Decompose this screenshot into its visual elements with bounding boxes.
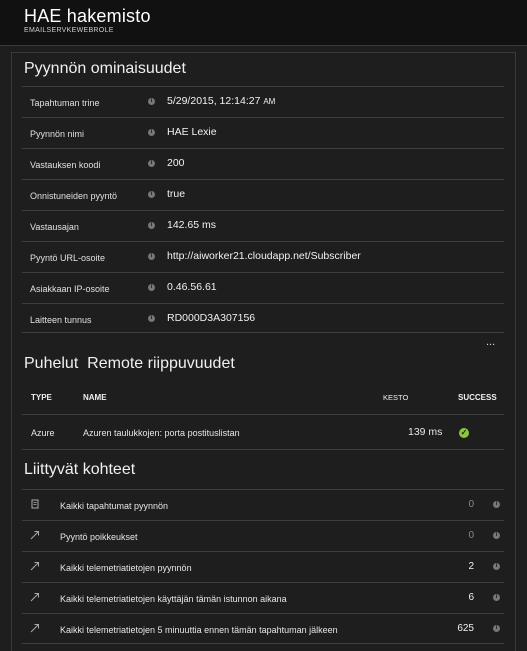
blade-title: HAE hakemisto bbox=[24, 6, 151, 26]
section-title-related: Liittyvät kohteet bbox=[24, 461, 136, 478]
property-row-url[interactable]: Pyyntö URL-osoite i http://aiworker21.cl… bbox=[22, 241, 504, 271]
calls-title: Remote riippuvuudet bbox=[87, 355, 235, 372]
related-item-label: Kaikki telemetriatietojen käyttäjän tämä… bbox=[60, 594, 287, 604]
section-title-properties: Pyynnön ominaisuudet bbox=[24, 60, 186, 77]
related-item-label: Pyyntö poikkeukset bbox=[60, 532, 138, 542]
property-label: Vastauksen koodi bbox=[30, 160, 101, 170]
related-item-count: 0 bbox=[468, 499, 474, 510]
info-icon[interactable]: i bbox=[493, 501, 500, 508]
info-icon[interactable]: i bbox=[493, 563, 500, 570]
column-header-name[interactable]: NAME bbox=[83, 393, 107, 402]
related-item-session-telemetry[interactable]: Kaikki telemetriatietojen käyttäjän tämä… bbox=[22, 582, 504, 613]
info-icon[interactable]: i bbox=[148, 129, 155, 136]
table-divider bbox=[22, 414, 504, 415]
cell-name: Azuren taulukkojen: porta postituslistan bbox=[83, 428, 240, 438]
property-value: 142.65 ms bbox=[167, 219, 217, 231]
property-value: 0.46.56.61 bbox=[167, 281, 217, 293]
arrow-icon bbox=[30, 623, 40, 633]
info-icon[interactable]: i bbox=[493, 625, 500, 632]
calls-title-prefix: Puhelut bbox=[24, 355, 79, 372]
related-item-count: 625 bbox=[457, 623, 474, 634]
blade-subtitle: EMAILSERVKEWEBROLE bbox=[24, 27, 114, 34]
property-value: HAE Lexie bbox=[167, 126, 217, 138]
section-title-calls: Puhelut Remote riippuvuudet bbox=[24, 355, 235, 373]
property-row-device-id[interactable]: Laitteen tunnus i RD000D3A307156 bbox=[22, 303, 504, 333]
cell-type: Azure bbox=[31, 428, 55, 438]
related-item-count: 6 bbox=[468, 592, 474, 603]
property-value: true bbox=[167, 188, 186, 200]
property-value: http://aiworker21.cloudapp.net/Subscribe… bbox=[167, 250, 361, 262]
info-icon[interactable]: i bbox=[493, 594, 500, 601]
related-item-all-events[interactable]: Kaikki tapahtumat pyynnön 0 i bbox=[22, 489, 504, 520]
info-icon[interactable]: i bbox=[148, 222, 155, 229]
info-icon[interactable]: i bbox=[148, 160, 155, 167]
property-row-client-ip[interactable]: Asiakkaan IP-osoite i 0.46.56.61 bbox=[22, 272, 504, 302]
related-item-label: Kaikki telemetriatietojen 5 minuuttia en… bbox=[60, 625, 338, 635]
property-value: 200 bbox=[167, 157, 185, 169]
property-label: Vastausajan bbox=[30, 222, 79, 232]
info-icon[interactable]: i bbox=[148, 98, 155, 105]
arrow-icon bbox=[30, 561, 40, 571]
property-row-response-time[interactable]: Vastausajan i 142.65 ms bbox=[22, 210, 504, 240]
property-row-response-code[interactable]: Vastauksen koodi i 200 bbox=[22, 148, 504, 178]
arrow-icon bbox=[30, 530, 40, 540]
column-header-success[interactable]: SUCCESS bbox=[458, 393, 497, 402]
info-icon[interactable]: i bbox=[493, 532, 500, 539]
related-item-exceptions[interactable]: Pyyntö poikkeukset 0 i bbox=[22, 520, 504, 551]
property-row-request-name[interactable]: Pyynnön nimi i HAE Lexie bbox=[22, 117, 504, 147]
property-label: Pyyntö URL-osoite bbox=[30, 253, 106, 263]
property-row-success[interactable]: Onnistuneiden pyyntö i true bbox=[22, 179, 504, 209]
related-item-label: Kaikki telemetriatietojen pyynnön bbox=[60, 563, 192, 573]
column-header-type[interactable]: TYPE bbox=[31, 393, 52, 402]
info-icon[interactable]: i bbox=[148, 191, 155, 198]
info-icon[interactable]: i bbox=[148, 253, 155, 260]
related-item-count: 2 bbox=[468, 561, 474, 572]
property-label: Pyynnön nimi bbox=[30, 129, 85, 139]
related-item-count: 0 bbox=[468, 530, 474, 541]
cell-duration: 139 ms bbox=[408, 426, 443, 438]
arrow-icon bbox=[30, 592, 40, 602]
related-item-request-telemetry[interactable]: Kaikki telemetriatietojen pyynnön 2 i bbox=[22, 551, 504, 582]
property-label: Laitteen tunnus bbox=[30, 315, 92, 325]
document-icon bbox=[30, 499, 40, 509]
property-label: Asiakkaan IP-osoite bbox=[30, 284, 110, 294]
success-check-icon: ✓ bbox=[459, 428, 469, 438]
column-header-duration[interactable]: KESTO bbox=[383, 393, 408, 402]
related-item-label: Kaikki tapahtumat pyynnön bbox=[60, 501, 169, 511]
info-icon[interactable]: i bbox=[148, 284, 155, 291]
blade-header: HAE hakemisto EMAILSERVKEWEBROLE bbox=[0, 0, 527, 46]
property-row-timestamp[interactable]: Tapahtuman trine i 5/29/2015, 12:14:27 A… bbox=[22, 86, 504, 116]
property-label: Onnistuneiden pyyntö bbox=[30, 191, 118, 201]
property-value: 5/29/2015, 12:14:27 AM bbox=[167, 95, 276, 107]
related-item-5min-telemetry[interactable]: Kaikki telemetriatietojen 5 minuuttia en… bbox=[22, 613, 504, 644]
more-button[interactable]: ... bbox=[486, 336, 495, 348]
property-label: Tapahtuman trine bbox=[30, 98, 100, 108]
info-icon[interactable]: i bbox=[148, 315, 155, 322]
table-divider bbox=[22, 449, 504, 450]
property-value: RD000D3A307156 bbox=[167, 312, 256, 324]
